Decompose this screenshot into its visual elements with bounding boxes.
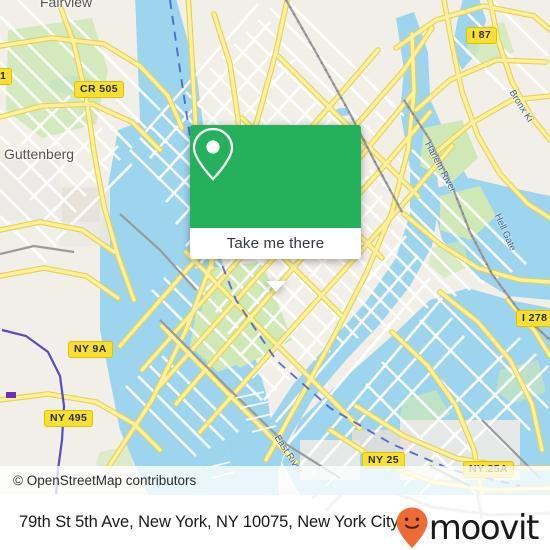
- moovit-brand[interactable]: moovit: [395, 506, 540, 550]
- place-label-guttenberg: Guttenberg: [4, 146, 75, 162]
- address-text: 79th St 5th Ave, New York, NY 10075, New…: [19, 513, 399, 531]
- shield-nj-1[interactable]: 1: [0, 68, 13, 85]
- shield-i-278[interactable]: I 278: [516, 310, 550, 327]
- attribution-bar: © OpenStreetMap contributors: [0, 466, 550, 495]
- moovit-pin-smiley-icon: [396, 507, 428, 548]
- address-footer: 79th St 5th Ave, New York, NY 10075, New…: [0, 495, 550, 550]
- shield-ny-9a[interactable]: NY 9A: [68, 341, 113, 358]
- take-me-there-card[interactable]: Take me there: [190, 125, 361, 292]
- moovit-wordmark: moovit: [428, 507, 540, 548]
- shield-i-87[interactable]: I 87: [466, 27, 498, 44]
- map-canvas[interactable]: Fairview Guttenberg Harlem River Hell Ga…: [0, 0, 550, 495]
- map-pin-icon: [192, 127, 234, 181]
- card-footer[interactable]: Take me there: [190, 228, 361, 259]
- osm-attribution-text[interactable]: © OpenStreetMap contributors: [13, 473, 196, 488]
- card-pointer-tail: [265, 281, 286, 292]
- place-label-fairview: Fairview: [40, 0, 93, 10]
- map-screenshot: Fairview Guttenberg Harlem River Hell Ga…: [0, 0, 550, 550]
- shield-ny-495[interactable]: NY 495: [44, 410, 94, 427]
- card-header: [190, 125, 361, 228]
- shield-cr-505[interactable]: CR 505: [74, 81, 125, 98]
- take-me-there-label: Take me there: [226, 235, 325, 252]
